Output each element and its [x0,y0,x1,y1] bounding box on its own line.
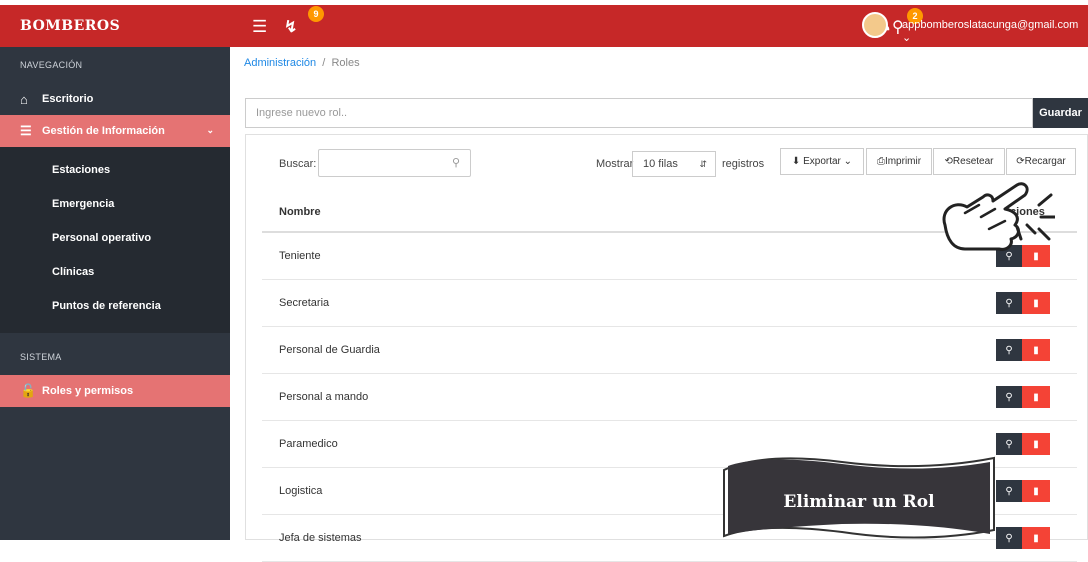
breadcrumb-separator: / [322,57,326,69]
sidebar-item-label: Roles y permisos [42,385,134,397]
user-menu[interactable]: appbomberoslatacunga@gmail.com ⌄ [902,19,1088,44]
home-icon: ⌂ [20,91,28,107]
delete-button[interactable]: ▮ [1022,292,1050,314]
column-header-name[interactable]: Nombre [279,206,321,218]
submenu-item-estaciones[interactable]: Estaciones [0,153,230,187]
key-icon: ⚲ [1005,438,1013,450]
user-email: appbomberoslatacunga@gmail.com [902,19,1079,31]
trash-icon: ▮ [1033,344,1039,356]
sidebar-item-label: Escritorio [42,93,94,105]
role-name: Teniente [279,250,321,262]
role-name: Personal a mando [279,391,369,403]
breadcrumb-current: Roles [331,57,360,69]
trash-icon: ▮ [1033,485,1039,497]
trash-icon: ▮ [1033,391,1039,403]
table-row: Personal de Guardia ⚲ ▮ [262,327,1077,374]
print-button[interactable]: ⎙ Imprimir [866,148,932,175]
sidebar-item-roles[interactable]: 🔓 Roles y permisos [0,375,230,407]
delete-button[interactable]: ▮ [1022,480,1050,502]
delete-button[interactable]: ▮ [1022,386,1050,408]
chevron-down-icon: ⌄ [206,125,214,135]
key-icon: ⚲ [1005,532,1013,544]
avatar[interactable] [862,12,888,38]
notifications-badge: 9 [308,6,324,22]
permissions-button[interactable]: ⚲ [996,527,1022,549]
brand-logo[interactable]: BOMBEROS [0,5,230,47]
role-name: Paramedico [279,438,338,450]
submenu-item-puntos[interactable]: Puntos de referencia [0,289,230,323]
sidebar: NAVEGACIÓN ⌂ Escritorio ☰ Gestión de Inf… [0,47,230,540]
trash-icon: ▮ [1033,438,1039,450]
submenu-gestion: Estaciones Emergencia Personal operativo… [0,147,230,333]
menu-toggle-icon[interactable]: ☰ [252,18,267,35]
trash-icon: ▮ [1033,532,1039,544]
permissions-button[interactable]: ⚲ [996,480,1022,502]
permissions-button[interactable]: ⚲ [996,386,1022,408]
rows-per-page-select[interactable]: 10 filas ⇵ [632,151,716,177]
trash-icon: ▮ [1033,297,1039,309]
rows-per-page-value: 10 filas [643,158,678,170]
tutorial-banner: Eliminar un Rol [722,452,996,540]
sidebar-item-escritorio[interactable]: ⌂ Escritorio [0,83,230,115]
permissions-button[interactable]: ⚲ [996,339,1022,361]
role-name: Personal de Guardia [279,344,380,356]
show-label: Mostrar [596,158,634,170]
permissions-button[interactable]: ⚲ [996,433,1022,455]
select-arrows-icon: ⇵ [699,159,707,169]
download-icon: ⬇ [791,156,804,167]
submenu-item-emergencia[interactable]: Emergencia [0,187,230,221]
notifications-icon[interactable]: ↯ [284,17,297,37]
chevron-down-icon: ⌄ [840,156,853,167]
lock-icon: 🔓 [20,383,37,398]
key-icon: ⚲ [1005,391,1013,403]
role-name: Jefa de sistemas [279,532,362,544]
sidebar-section-system: SISTEMA [20,352,62,362]
breadcrumb: Administración / Roles [244,57,360,69]
new-role-input[interactable]: Ingrese nuevo rol.. [245,98,1033,128]
delete-button[interactable]: ▮ [1022,433,1050,455]
banner-text: Eliminar un Rol [783,492,935,512]
sidebar-item-gestion[interactable]: ☰ Gestión de Información ⌄ [0,115,230,147]
print-icon: ⎙ [876,156,885,167]
export-button[interactable]: ⬇ Exportar ⌄ [780,148,864,175]
sidebar-item-label: Gestión de Información [42,125,165,137]
sidebar-section-navigation: NAVEGACIÓN [20,60,83,70]
permissions-button[interactable]: ⚲ [996,292,1022,314]
table-row: Secretaria ⚲ ▮ [262,280,1077,327]
search-icon: ⚲ [451,157,460,169]
pointing-hand-icon [942,182,1055,251]
submenu-item-clinicas[interactable]: Clínicas [0,255,230,289]
list-icon: ☰ [20,123,32,138]
key-icon: ⚲ [1005,297,1013,309]
delete-button[interactable]: ▮ [1022,527,1050,549]
key-icon: ⚲ [1005,485,1013,497]
submenu-item-personal[interactable]: Personal operativo [0,221,230,255]
role-name: Secretaria [279,297,330,309]
breadcrumb-root[interactable]: Administración [244,57,316,69]
key-icon: ⚲ [1005,344,1013,356]
table-row: Personal a mando ⚲ ▮ [262,374,1077,421]
top-navbar: ☰ ↯ 9 ♟♟ ⚲ 2 appbomberoslatacunga@gmail.… [230,5,1088,47]
search-input[interactable]: ⚲ [318,149,471,177]
save-button[interactable]: Guardar [1033,98,1088,128]
print-label: Imprimir [884,156,922,167]
export-label: Exportar [803,156,841,167]
role-name: Logistica [279,485,323,497]
search-label: Buscar: [279,158,317,170]
records-label: registros [722,158,765,170]
delete-button[interactable]: ▮ [1022,339,1050,361]
